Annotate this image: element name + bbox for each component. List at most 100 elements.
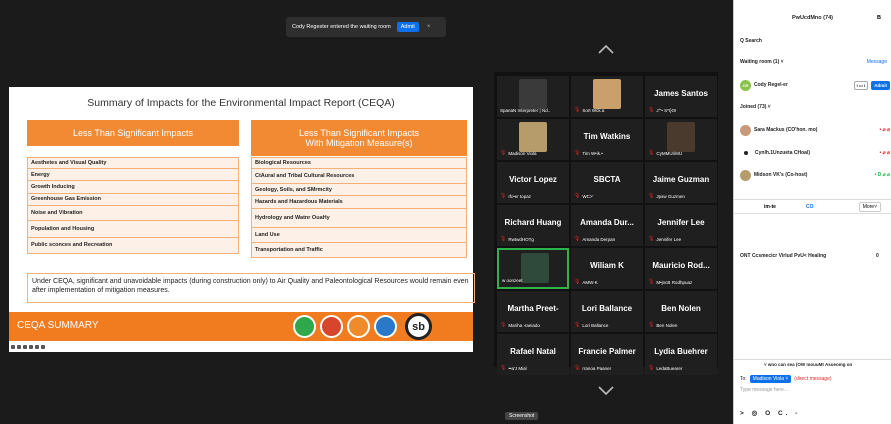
tile-label: 🎙 WC>' <box>574 193 593 199</box>
admit-button[interactable]: Admit <box>396 22 419 32</box>
tile-label-text: Jpsw Guzmen <box>656 193 685 199</box>
video-tile[interactable]: Tim Watkins 🎙 Tim W•ik.• <box>571 119 643 160</box>
tool-icon[interactable] <box>23 345 27 349</box>
participant-video <box>519 122 547 152</box>
train-logo-icon <box>320 315 343 338</box>
mic-muted-icon: 🎙 <box>500 193 507 199</box>
cc-button[interactable]: CO <box>806 204 814 210</box>
video-tile[interactable]: Richard Huang 🎙 RwtwdHOTg <box>497 205 569 246</box>
video-tile[interactable]: w oonzeet <box>497 248 569 289</box>
video-tile[interactable]: James Santos 🎙 J°'• S*I}OI <box>645 76 717 117</box>
captions-text: ONT Ccsmecicr Virlud PvU< Healing <box>740 253 827 259</box>
mic-muted-icon: 🎙 <box>574 365 581 371</box>
video-tile[interactable]: Ben Nolen 🎙 Ben Nolen <box>645 291 717 332</box>
tool-icon[interactable] <box>41 345 45 349</box>
video-tile[interactable]: Lori Ballance 🎙 Lori Ballance <box>571 291 643 332</box>
panel-title-right[interactable]: B <box>877 15 881 21</box>
slide-footer: CEQA SUMMARY sb <box>9 312 473 341</box>
video-tile[interactable]: SBCTA 🎙 WC>' <box>571 162 643 203</box>
invite-button[interactable]: im-te <box>764 204 776 210</box>
tile-label-text: w oonzeet <box>502 278 523 283</box>
list-item: Public sconces and Recreation <box>27 237 239 254</box>
video-tile[interactable]: Victor Lopez 🎙 Ifc•er topaz <box>497 162 569 203</box>
slide-toolbar <box>9 343 45 351</box>
close-icon[interactable]: × <box>427 24 431 30</box>
video-tile[interactable]: 🎙 Madison Viola <box>497 119 569 160</box>
chat-toolbar[interactable]: > ◎ O C. - <box>740 409 800 417</box>
tile-name: Rafael Natal <box>510 347 556 356</box>
participant-row[interactable]: Cynlh.1Unzueta CHoal) • ⌀ ⌀ <box>740 146 890 160</box>
tile-label-text: SpanaN Interpreter | Nd.. <box>500 108 551 113</box>
message-link[interactable]: Message <box>867 59 887 65</box>
tile-label: SpanaN Interpreter | Nd.. <box>500 108 550 113</box>
notification-message: Cody Regester entered the waiting room <box>292 24 391 30</box>
panel-title: PwUcdMno (74) <box>792 15 833 21</box>
list-item: Growth Inducing <box>27 181 239 194</box>
video-tile[interactable]: 🎙 CyMMUriMU <box>645 119 717 160</box>
mic-muted-icon: 🎙 <box>648 193 655 199</box>
tile-label-text: Madison Viola <box>508 150 537 156</box>
tool-icon[interactable] <box>11 345 15 349</box>
remove-button[interactable]: I ••• I <box>853 80 869 90</box>
tool-icon[interactable] <box>17 345 21 349</box>
video-tile[interactable]: Rafael Natal 🎙 ••a'J Mial <box>497 334 569 375</box>
waiting-room-header[interactable]: Waiting room (1) ˅ <box>740 59 784 65</box>
chevron-up-icon[interactable] <box>597 44 615 54</box>
video-tile[interactable]: Martha Preet- 🎙 Mariha ›raeiado <box>497 291 569 332</box>
mic-muted-icon: 🎙 <box>648 107 655 113</box>
chat-message-input[interactable]: Type message here... <box>740 387 788 393</box>
chevron-down-icon[interactable] <box>597 386 615 396</box>
video-tile[interactable]: Jaime Guzman 🎙 Jpsw Guzmen <box>645 162 717 203</box>
participant-name: Sara Mackus (CO'hon. mo) <box>754 127 818 133</box>
search-input[interactable]: Q Search <box>740 38 886 47</box>
waiting-person-row: CR Cody Regel-er I ••• I Admit <box>740 78 890 92</box>
video-tile[interactable]: 🎙 Sort Wck.a <box>571 76 643 117</box>
tile-label: 🎙 RwtwdHOTg <box>500 236 534 242</box>
list-item: Noise and Vibration <box>27 205 239 221</box>
list-item: Biological Resources <box>251 157 467 170</box>
mic-muted-icon: 🎙 <box>500 236 507 242</box>
mic-muted-icon: 🎙 <box>574 322 581 328</box>
video-tile[interactable]: Mauricio Rod... 🎙 M•jncB Rodhpuaz <box>645 248 717 289</box>
tile-label-text: Tim W•ik.• <box>582 150 603 156</box>
joined-header[interactable]: Joined (73) ˅ <box>740 104 771 110</box>
tool-icon[interactable] <box>29 345 33 349</box>
participant-row[interactable]: Sara Mackus (CO'hon. mo) • ⌀ ⌀ <box>740 123 890 137</box>
airplane-logo-icon <box>293 315 316 338</box>
mic-muted-icon: 🎙 <box>574 107 581 113</box>
recipient-dropdown[interactable]: Madison Viola ˅ <box>749 375 792 383</box>
tool-icon[interactable] <box>35 345 39 349</box>
video-tile[interactable]: Jennifer Lee 🎙 Jennifer Lee <box>645 205 717 246</box>
sb-logo-text: sb <box>412 320 425 333</box>
mic-muted-icon: 🎙 <box>648 322 655 328</box>
mic-muted-icon: • ⌀ ⌀ <box>879 150 890 156</box>
video-tile[interactable]: Amanda Dur... 🎙 Amanda Derpan <box>571 205 643 246</box>
avatar <box>740 124 751 136</box>
participant-video <box>667 122 695 152</box>
mic-muted-icon: 🎙 <box>500 150 507 156</box>
tile-label: 🎙 Sort Wck.a <box>574 107 604 113</box>
avatar: CR <box>740 79 751 91</box>
participant-row[interactable]: Midson VK's (Co-host) • D ⌀ ⌀ <box>740 168 890 182</box>
tile-name: Francie Palmer <box>578 347 636 356</box>
more-button[interactable]: More˅ <box>858 201 881 212</box>
meeting-stage: Cody Regester entered the waiting room A… <box>0 0 733 424</box>
tile-name: Mauricio Rod... <box>652 261 710 270</box>
mic-muted-icon: 🎙 <box>500 365 507 371</box>
tile-label-text: ••a'J Mial <box>508 365 527 371</box>
video-tile[interactable]: SpanaN Interpreter | Nd.. <box>497 76 569 117</box>
tile-label: 🎙 ••a'J Mial <box>500 365 527 371</box>
video-icon: • D ⌀ ⌀ <box>874 172 890 178</box>
tile-label-text: AMW-K <box>582 279 598 285</box>
avatar-initials: CR <box>742 82 749 88</box>
slide-note: Under CEQA, significant and unavoidable … <box>27 273 475 303</box>
bicycle-logo-icon <box>374 315 397 338</box>
video-tile[interactable]: Francie Palmer 🎙 rranoa Paaner <box>571 334 643 375</box>
chat-visibility-line[interactable]: ˅ wno can sea (OW mouuMt Asueomg on <box>734 359 891 367</box>
tile-name: Victor Lopez <box>509 175 557 184</box>
video-tile[interactable]: Wiliam K 🎙 AMW-K <box>571 248 643 289</box>
mic-muted-icon: 🎙 <box>648 279 655 285</box>
admit-panel-button[interactable]: Admit <box>871 80 890 90</box>
video-tile[interactable]: Lydia Buehrer 🎙 LedaBuearer <box>645 334 717 375</box>
tile-label-text: Jennifer Lee <box>656 236 682 242</box>
